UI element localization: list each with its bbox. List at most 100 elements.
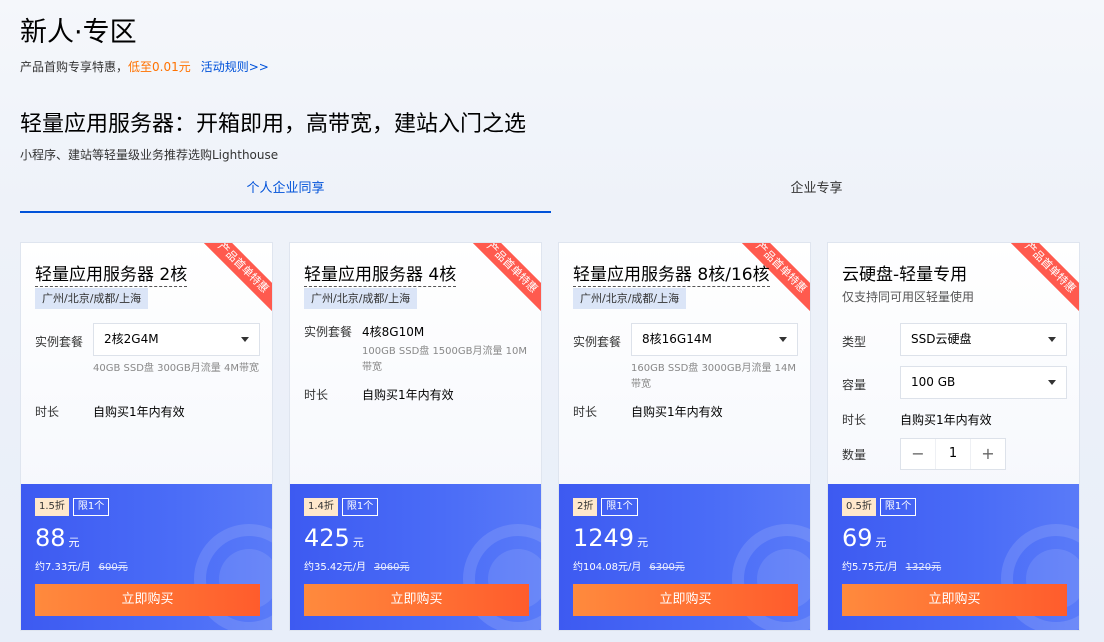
price-unit: 元 [875, 536, 887, 549]
duration-label: 时长 [842, 413, 867, 427]
card-description: 仅支持同可用区轻量使用 [842, 290, 975, 304]
page-title: 新人·专区 [20, 17, 137, 48]
ribbon-text: 产品首单特惠 [472, 243, 541, 312]
price-value: 88 [35, 524, 66, 552]
discount-badge: 2折 [573, 498, 598, 516]
original-price: 1320元 [905, 562, 942, 573]
card-title[interactable]: 轻量应用服务器 4核 [304, 260, 457, 287]
buy-button[interactable]: 立即购买 [573, 584, 798, 616]
price-unit: 元 [637, 536, 649, 549]
price-panel: 1.4折 限1个 425 元 约35.42元/月 3060元 立即购买 [290, 484, 541, 630]
duration-label: 时长 [304, 388, 329, 402]
discount-badge: 1.5折 [35, 498, 69, 516]
plus-icon[interactable]: + [971, 439, 1005, 469]
monthly-price: 约104.08元/月 [573, 562, 642, 573]
instance-label: 实例套餐 [35, 335, 84, 349]
product-card-lighthouse-4core: 产品首单特惠 轻量应用服务器 4核 广州/北京/成都/上海 实例套餐 4核8G1… [289, 242, 542, 631]
price-value: 69 [842, 524, 873, 552]
duration-value: 自购买1年内有效 [93, 405, 185, 419]
promo-ribbon: 产品首单特惠 [1010, 243, 1079, 312]
rules-link[interactable]: 活动规则>> [201, 60, 269, 74]
instance-spec: 100GB SSD盘 1500GB月流量 10M带宽 [362, 346, 528, 373]
limit-badge: 限1个 [879, 498, 917, 516]
original-price: 600元 [98, 562, 128, 573]
type-label: 类型 [842, 335, 867, 349]
product-card-lighthouse-2core: 产品首单特惠 轻量应用服务器 2核 广州/北京/成都/上海 实例套餐 2核2G4… [20, 242, 273, 631]
original-price: 3060元 [374, 562, 410, 573]
instance-select-value: 2核2G4M [104, 332, 159, 346]
region-tag: 广州/北京/成都/上海 [35, 288, 149, 309]
promo-subtitle: 产品首购专享特惠，低至0.01元 活动规则>> [20, 58, 269, 75]
badges: 1.4折 限1个 [304, 498, 379, 516]
region-tag: 广州/北京/成都/上海 [304, 288, 418, 309]
chevron-down-icon [779, 337, 787, 342]
limit-badge: 限1个 [341, 498, 379, 516]
minus-icon[interactable]: − [901, 439, 935, 469]
region-tag: 广州/北京/成都/上海 [573, 288, 687, 309]
chevron-down-icon [241, 337, 249, 342]
promo-ribbon: 产品首单特惠 [472, 243, 541, 312]
product-card-lighthouse-8core: 产品首单特惠 轻量应用服务器 8核/16核 广州/北京/成都/上海 实例套餐 8… [558, 242, 811, 631]
discount-badge: 1.4折 [304, 498, 338, 516]
capacity-label: 容量 [842, 378, 867, 392]
badges: 2折 限1个 [573, 498, 638, 516]
chevron-down-icon [1048, 380, 1056, 385]
promo-highlight: 低至0.01元 [128, 60, 191, 74]
capacity-select[interactable]: 100 GB [900, 366, 1067, 399]
promo-text: 产品首购专享特惠， [20, 60, 129, 74]
instance-select[interactable]: 2核2G4M [93, 323, 260, 356]
section-subtitle: 小程序、建站等轻量级业务推荐选购Lighthouse [20, 148, 279, 162]
section-title: 轻量应用服务器：开箱即用，高带宽，建站入门之选 [20, 112, 527, 137]
disk-type-value: SSD云硬盘 [911, 332, 972, 346]
buy-button[interactable]: 立即购买 [304, 584, 529, 616]
tab-enterprise-only[interactable]: 企业专享 [551, 170, 1082, 213]
price-detail: 约35.42元/月 3060元 [304, 558, 409, 573]
original-price: 6300元 [649, 562, 685, 573]
ribbon-text: 产品首单特惠 [203, 243, 272, 312]
disk-type-select[interactable]: SSD云硬盘 [900, 323, 1067, 356]
instance-select-value: 8核16G14M [642, 332, 712, 346]
quantity-label: 数量 [842, 448, 867, 462]
instance-select[interactable]: 8核16G14M [631, 323, 798, 356]
instance-spec: 160GB SSD盘 3000GB月流量 14M带宽 [631, 363, 797, 390]
duration-label: 时长 [35, 405, 60, 419]
chevron-down-icon [1048, 337, 1056, 342]
monthly-price: 约5.75元/月 [842, 562, 898, 573]
quantity-input[interactable]: 1 [935, 439, 971, 469]
price-panel: 2折 限1个 1249 元 约104.08元/月 6300元 立即购买 [559, 484, 810, 630]
buy-button[interactable]: 立即购买 [35, 584, 260, 616]
card-title[interactable]: 轻量应用服务器 8核/16核 [573, 260, 770, 287]
duration-value: 自购买1年内有效 [900, 413, 992, 427]
price-panel: 1.5折 限1个 88 元 约7.33元/月 600元 立即购买 [21, 484, 272, 630]
price-unit: 元 [68, 536, 80, 549]
capacity-value: 100 GB [911, 375, 956, 389]
price-value: 1249 [573, 524, 635, 552]
duration-value: 自购买1年内有效 [362, 388, 454, 402]
promo-ribbon: 产品首单特惠 [203, 243, 272, 312]
instance-value: 4核8G10M [362, 325, 425, 339]
price: 1249 元 [573, 524, 648, 552]
limit-badge: 限1个 [601, 498, 638, 516]
buy-button[interactable]: 立即购买 [842, 584, 1067, 616]
price-detail: 约104.08元/月 6300元 [573, 558, 685, 573]
instance-label: 实例套餐 [304, 325, 353, 339]
price-detail: 约5.75元/月 1320元 [842, 558, 941, 573]
duration-label: 时长 [573, 405, 598, 419]
quantity-stepper: − 1 + [900, 438, 1006, 470]
card-title[interactable]: 轻量应用服务器 2核 [35, 260, 188, 287]
monthly-price: 约7.33元/月 [35, 562, 91, 573]
badges: 0.5折 限1个 [842, 498, 917, 516]
price-value: 425 [304, 524, 350, 552]
instance-spec: 40GB SSD盘 300GB月流量 4M带宽 [93, 363, 259, 374]
tab-personal-enterprise[interactable]: 个人企业同享 [20, 170, 551, 213]
tab-bar: 个人企业同享 企业专享 [20, 170, 1082, 213]
card-title: 云硬盘-轻量专用 [842, 265, 968, 285]
badges: 1.5折 限1个 [35, 498, 110, 516]
price: 425 元 [304, 524, 364, 552]
duration-value: 自购买1年内有效 [631, 405, 723, 419]
price: 88 元 [35, 524, 80, 552]
product-card-cloud-disk: 产品首单特惠 云硬盘-轻量专用 仅支持同可用区轻量使用 类型 SSD云硬盘 容量… [827, 242, 1080, 631]
ribbon-text: 产品首单特惠 [1010, 243, 1079, 312]
instance-label: 实例套餐 [573, 335, 622, 349]
discount-badge: 0.5折 [842, 498, 876, 516]
